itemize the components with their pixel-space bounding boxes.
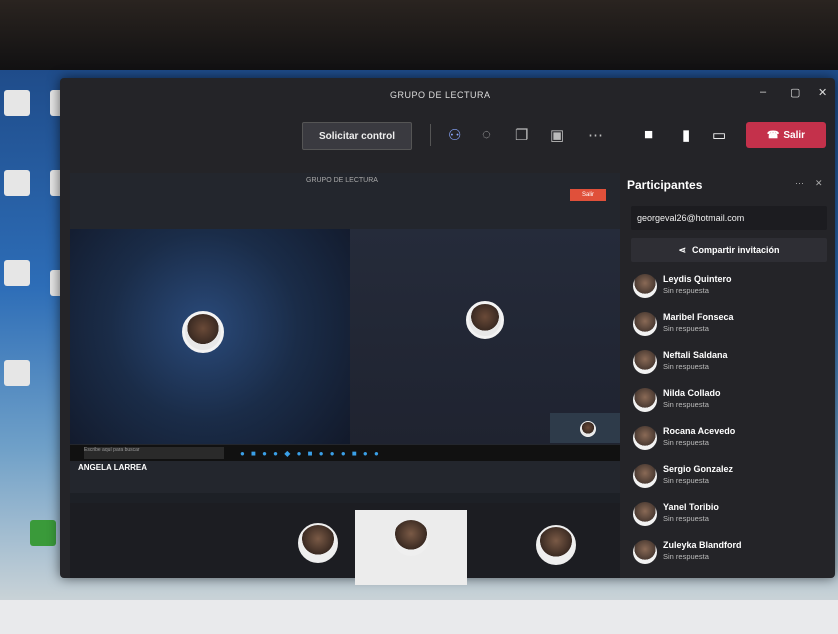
shared-screen: GRUPO DE LECTURA Salir Escribe aquí para… <box>70 173 620 503</box>
taskbar-search: Escribe aquí para buscar <box>84 447 224 459</box>
participant-item[interactable]: Sergio Gonzalez Sin respuesta <box>625 458 833 496</box>
leave-label: Salir <box>783 129 806 141</box>
screen-share-icon[interactable]: ▭ <box>712 126 726 144</box>
participant-status: Sin respuesta <box>663 286 709 295</box>
share-invite-button[interactable]: ⋖ Compartir invitación <box>631 238 827 262</box>
participant-name: Zuleyka Blandford <box>663 540 742 550</box>
avatar <box>633 502 657 526</box>
participant-status: Sin respuesta <box>663 476 709 485</box>
video-tile <box>70 229 350 444</box>
avatar <box>633 388 657 412</box>
reactions-icon[interactable]: ◌ <box>482 126 491 143</box>
avatar <box>633 350 657 374</box>
minimize-button[interactable]: – <box>760 86 766 98</box>
shared-teams-window: GRUPO DE LECTURA Salir Escribe aquí para… <box>70 173 620 493</box>
participant-status: Sin respuesta <box>663 400 709 409</box>
participant-status: Sin respuesta <box>663 362 709 371</box>
participant-status: Sin respuesta <box>663 438 709 447</box>
participant-item[interactable]: Neftali Saldana Sin respuesta <box>625 344 833 382</box>
desktop-icon[interactable] <box>4 360 30 386</box>
participant-list: Leydis Quintero Sin respuesta Maribel Fo… <box>625 268 833 572</box>
avatar <box>633 540 657 564</box>
mic-icon[interactable]: ▮ <box>682 126 690 144</box>
close-button[interactable]: ✕ <box>818 86 827 99</box>
participant-name: Neftali Saldana <box>663 350 728 360</box>
desktop-icon[interactable] <box>4 170 30 196</box>
participant-status: Sin respuesta <box>663 514 709 523</box>
participant-name: Yanel Toribio <box>663 502 719 512</box>
teams-window: GRUPO DE LECTURA – ▢ ✕ Solicitar control… <box>60 78 835 585</box>
participant-name: Nilda Collado <box>663 388 721 398</box>
request-control-button[interactable]: Solicitar control <box>302 122 412 150</box>
share-icon[interactable]: ▣ <box>550 126 564 144</box>
chat-icon[interactable]: ❐ <box>515 126 528 144</box>
screen-bezel <box>0 0 838 80</box>
participant-status: Sin respuesta <box>663 324 709 333</box>
participant-item[interactable]: Leydis Quintero Sin respuesta <box>625 268 833 306</box>
leave-button[interactable]: ☎ Salir <box>746 122 826 148</box>
avatar <box>633 312 657 336</box>
window-title: GRUPO DE LECTURA <box>390 90 491 100</box>
meeting-toolbar: Solicitar control ⚇ ◌ ❐ ▣ ⋯ ■ ▮ ▭ ☎ Sali… <box>60 114 835 154</box>
participant-name: Leydis Quintero <box>663 274 732 284</box>
invite-email-field[interactable]: georgeval26@hotmail.com <box>631 206 827 230</box>
maximize-button[interactable]: ▢ <box>790 86 800 99</box>
phone-icon: ☎ <box>766 129 780 141</box>
participant-item[interactable]: Rocana Acevedo Sin respuesta <box>625 420 833 458</box>
desktop-icon[interactable] <box>4 260 30 286</box>
participant-avatar <box>393 520 429 556</box>
shared-taskbar: Escribe aquí para buscar ● ■ ● ● ◆ ● ■ ●… <box>70 445 620 461</box>
toolbar-separator <box>430 124 431 146</box>
taskbar-app-icons: ● ■ ● ● ◆ ● ■ ● ● ● ■ ● ● <box>240 449 381 458</box>
self-preview <box>550 413 620 443</box>
participant-item[interactable]: Zuleyka Blandford Sin respuesta <box>625 534 833 572</box>
participant-status: Sin respuesta <box>663 552 709 561</box>
participant-name: Maribel Fonseca <box>663 312 734 322</box>
participant-avatar <box>298 523 338 563</box>
share-invite-label: Compartir invitación <box>692 245 780 255</box>
participant-item[interactable]: Maribel Fonseca Sin respuesta <box>625 306 833 344</box>
panel-title: Participantes <box>627 178 703 192</box>
camera-icon[interactable]: ■ <box>644 126 653 143</box>
share-icon: ⋖ <box>678 244 687 255</box>
video-gallery-row <box>70 503 620 585</box>
panel-more-icon[interactable]: ⋯ <box>795 178 804 189</box>
room-foreground <box>0 600 838 634</box>
participant-name: Rocana Acevedo <box>663 426 736 436</box>
participant-item[interactable]: Yanel Toribio Sin respuesta <box>625 496 833 534</box>
participant-item[interactable]: Nilda Collado Sin respuesta <box>625 382 833 420</box>
participant-avatar <box>182 311 224 353</box>
desktop-icon[interactable] <box>30 520 56 546</box>
desktop-icon[interactable] <box>4 90 30 116</box>
avatar <box>633 274 657 298</box>
shared-window-title: GRUPO DE LECTURA <box>306 177 378 184</box>
participant-avatar <box>466 301 504 339</box>
avatar <box>633 464 657 488</box>
more-icon[interactable]: ⋯ <box>588 126 603 144</box>
shared-toolbar: Salir <box>70 187 620 205</box>
participants-panel: Participantes ⋯ ✕ georgeval26@hotmail.co… <box>625 168 833 578</box>
video-tile <box>350 229 620 444</box>
participant-avatar <box>536 525 576 565</box>
avatar <box>633 426 657 450</box>
participants-icon[interactable]: ⚇ <box>448 126 461 144</box>
participant-name: Sergio Gonzalez <box>663 464 734 474</box>
self-video <box>355 510 467 585</box>
participant-avatar <box>580 421 596 437</box>
presenter-name: ANGELA LARREA <box>78 463 148 472</box>
shared-leave-button: Salir <box>570 189 606 201</box>
panel-close-icon[interactable]: ✕ <box>815 178 823 189</box>
title-bar: GRUPO DE LECTURA – ▢ ✕ <box>60 78 835 112</box>
